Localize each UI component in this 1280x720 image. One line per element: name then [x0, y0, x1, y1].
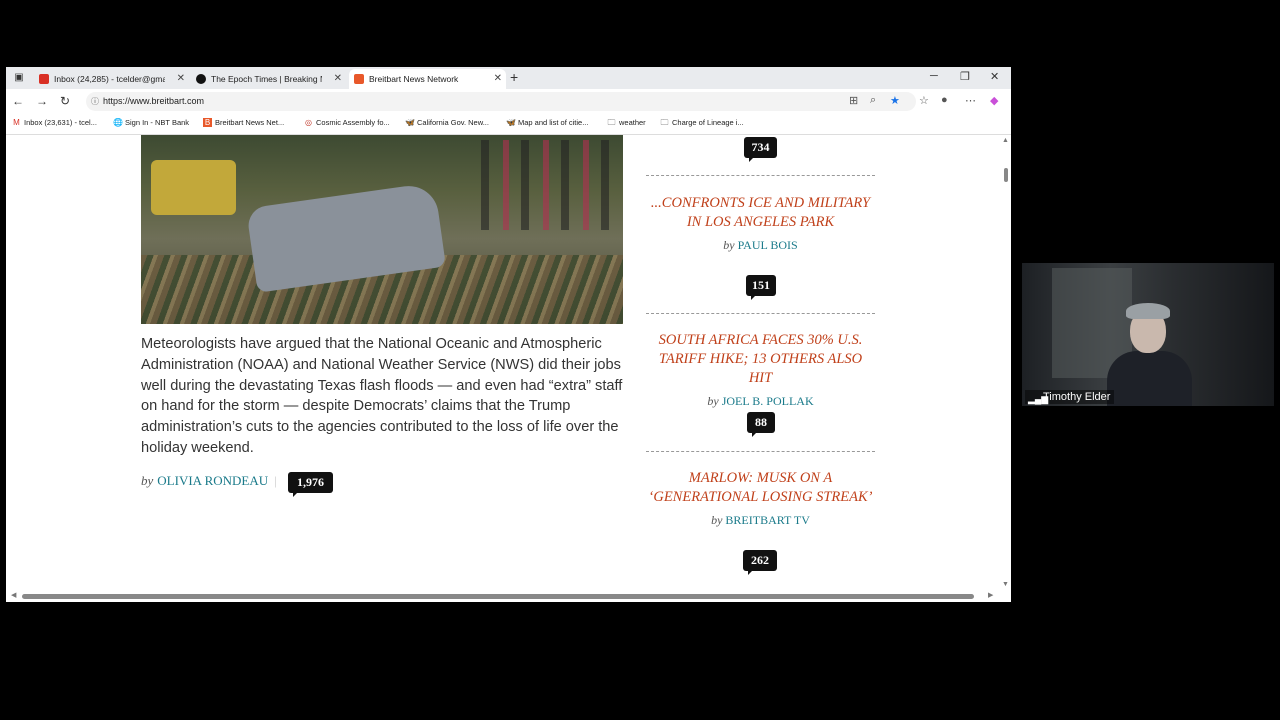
comment-count-badge[interactable]: 262 — [743, 550, 777, 575]
bookmark-item[interactable]: 🦋 California Gov. New... — [405, 118, 489, 127]
close-window-icon[interactable]: ✕ — [990, 70, 999, 83]
bookmark-item[interactable]: 🦋 Map and list of citie... — [506, 118, 588, 127]
webcam-person-hair — [1126, 303, 1170, 319]
browser-window: ▣ Inbox (24,285) - tcelder@gmail.co ✕ Th… — [6, 67, 1011, 602]
breitbart-icon: B — [203, 118, 212, 127]
story-byline: by PAUL BOIS — [723, 238, 798, 252]
article-hero-image[interactable] — [141, 135, 623, 324]
back-icon[interactable]: ← — [12, 94, 24, 108]
close-icon[interactable]: ✕ — [494, 69, 502, 89]
restore-icon[interactable]: ❐ — [960, 70, 970, 83]
profile-avatar-icon[interactable]: ● — [941, 94, 948, 106]
tab-actions-icon[interactable]: ▣ — [12, 71, 26, 85]
bookmark-item[interactable]: 🗀 weather — [607, 118, 646, 127]
tab-title: The Epoch Times | Breaking News — [211, 74, 322, 84]
bookmark-item[interactable]: ◎ Cosmic Assembly fo... — [304, 118, 390, 127]
tab-gmail[interactable]: Inbox (24,285) - tcelder@gmail.co ✕ — [34, 69, 189, 89]
comment-count-badge[interactable]: 151 — [746, 275, 776, 300]
more-menu-icon[interactable]: ⋯ — [965, 94, 976, 107]
byline-separator: | — [274, 473, 277, 488]
story-divider — [646, 451, 875, 452]
bookmarks-bar: M Inbox (23,631) - tcel... 🌐 Sign In - NBT… — [6, 114, 1011, 135]
zoom-icon[interactable]: ⌕ — [870, 94, 876, 107]
author-link[interactable]: PAUL BOIS — [738, 238, 798, 252]
butterfly-icon: 🦋 — [405, 118, 415, 127]
bookmark-item[interactable]: 🌐 Sign In - NBT Bank — [113, 118, 189, 127]
page-content: Meteorologists have argued that the Nati… — [6, 135, 1001, 590]
webcam-person-body — [1107, 351, 1192, 406]
comment-count-badge[interactable]: 734 — [744, 137, 777, 162]
reload-icon[interactable]: ↻ — [60, 94, 70, 108]
horizontal-scrollbar[interactable]: ◀ ▶ — [6, 590, 1011, 602]
sidebar-story[interactable]: ...CONFRONTS ICE AND MILITARY IN LOS ANG… — [646, 194, 875, 253]
story-headline[interactable]: MARLOW: MUSK ON A ‘GENERATIONAL LOSING S… — [646, 469, 875, 507]
favorite-star-icon[interactable]: ★ — [890, 94, 900, 107]
copilot-icon[interactable]: ◆ — [990, 94, 998, 107]
story-byline: by BREITBART TV — [711, 513, 810, 527]
hero-machine — [151, 160, 236, 215]
gmail-icon — [39, 74, 49, 84]
hero-people — [481, 140, 611, 230]
favorites-icon[interactable]: ☆ — [919, 94, 929, 107]
scroll-right-icon[interactable]: ▶ — [988, 591, 993, 599]
app-available-icon[interactable]: ⊞ — [849, 94, 858, 107]
tab-title: Inbox (24,285) - tcelder@gmail.co — [54, 74, 165, 84]
participant-name-label: ▂▄▆ Timothy Elder — [1025, 390, 1115, 404]
forward-icon[interactable]: → — [36, 94, 48, 108]
url-field[interactable]: ⓘ https://www.breitbart.com — [86, 92, 916, 111]
story-byline: by JOEL B. POLLAK — [707, 394, 814, 408]
folder-icon: 🗀 — [607, 118, 616, 127]
tab-strip: ▣ Inbox (24,285) - tcelder@gmail.co ✕ Th… — [6, 67, 1011, 89]
comment-count-badge[interactable]: 88 — [747, 412, 775, 437]
scroll-down-icon[interactable]: ▼ — [1002, 581, 1009, 588]
gmail-icon: M — [13, 118, 20, 127]
scroll-left-icon[interactable]: ◀ — [11, 591, 16, 599]
minimize-icon[interactable]: ─ — [930, 70, 938, 82]
site-info-icon[interactable]: ⓘ — [91, 92, 99, 111]
new-tab-button[interactable]: + — [510, 69, 518, 85]
vertical-scrollbar[interactable]: ▲ ▼ — [1001, 135, 1011, 590]
breitbart-icon — [354, 74, 364, 84]
comment-count-badge[interactable]: 1,976 — [288, 472, 333, 497]
scroll-thumb[interactable] — [1004, 168, 1008, 182]
folder-icon: 🗀 — [660, 118, 669, 127]
epoch-times-icon — [196, 74, 206, 84]
butterfly-icon: 🦋 — [506, 118, 516, 127]
story-divider — [646, 313, 875, 314]
scroll-up-icon[interactable]: ▲ — [1002, 137, 1009, 144]
address-bar-row: ← → ↻ ⓘ https://www.breitbart.com ⊞ ⌕ ★ … — [6, 89, 1011, 114]
tab-epoch-times[interactable]: The Epoch Times | Breaking News ✕ — [191, 69, 346, 89]
webcam-video-tile: ▂▄▆ Timothy Elder — [1022, 263, 1274, 406]
story-headline[interactable]: SOUTH AFRICA FACES 30% U.S. TARIFF HIKE;… — [646, 331, 875, 388]
by-label: by — [141, 473, 154, 488]
tab-breitbart[interactable]: Breitbart News Network ✕ — [349, 69, 506, 89]
author-link[interactable]: BREITBART TV — [725, 513, 810, 527]
tab-title: Breitbart News Network — [369, 74, 459, 84]
close-icon[interactable]: ✕ — [177, 69, 185, 89]
scroll-thumb[interactable] — [22, 594, 974, 599]
article-summary: Meteorologists have argued that the Nati… — [141, 336, 623, 456]
globe-icon: 🌐 — [113, 118, 123, 127]
bookmark-item[interactable]: 🗀 Charge of Lineage i... — [660, 118, 744, 127]
signal-strength-icon: ▂▄▆ — [1028, 394, 1049, 404]
close-icon[interactable]: ✕ — [334, 69, 342, 89]
bookmark-item[interactable]: M Inbox (23,631) - tcel... — [12, 118, 97, 127]
story-headline[interactable]: ...CONFRONTS ICE AND MILITARY IN LOS ANG… — [646, 194, 875, 232]
sidebar-story[interactable]: MARLOW: MUSK ON A ‘GENERATIONAL LOSING S… — [646, 469, 875, 528]
article-byline: by OLIVIA RONDEAU | — [141, 473, 283, 489]
author-link[interactable]: OLIVIA RONDEAU — [157, 473, 268, 488]
url-text: https://www.breitbart.com — [103, 96, 205, 106]
sidebar-story[interactable]: SOUTH AFRICA FACES 30% U.S. TARIFF HIKE;… — [646, 331, 875, 409]
cosmic-icon: ◎ — [305, 118, 312, 127]
story-divider — [646, 175, 875, 176]
author-link[interactable]: JOEL B. POLLAK — [722, 394, 814, 408]
bookmark-item[interactable]: B Breitbart News Net... — [203, 118, 284, 127]
